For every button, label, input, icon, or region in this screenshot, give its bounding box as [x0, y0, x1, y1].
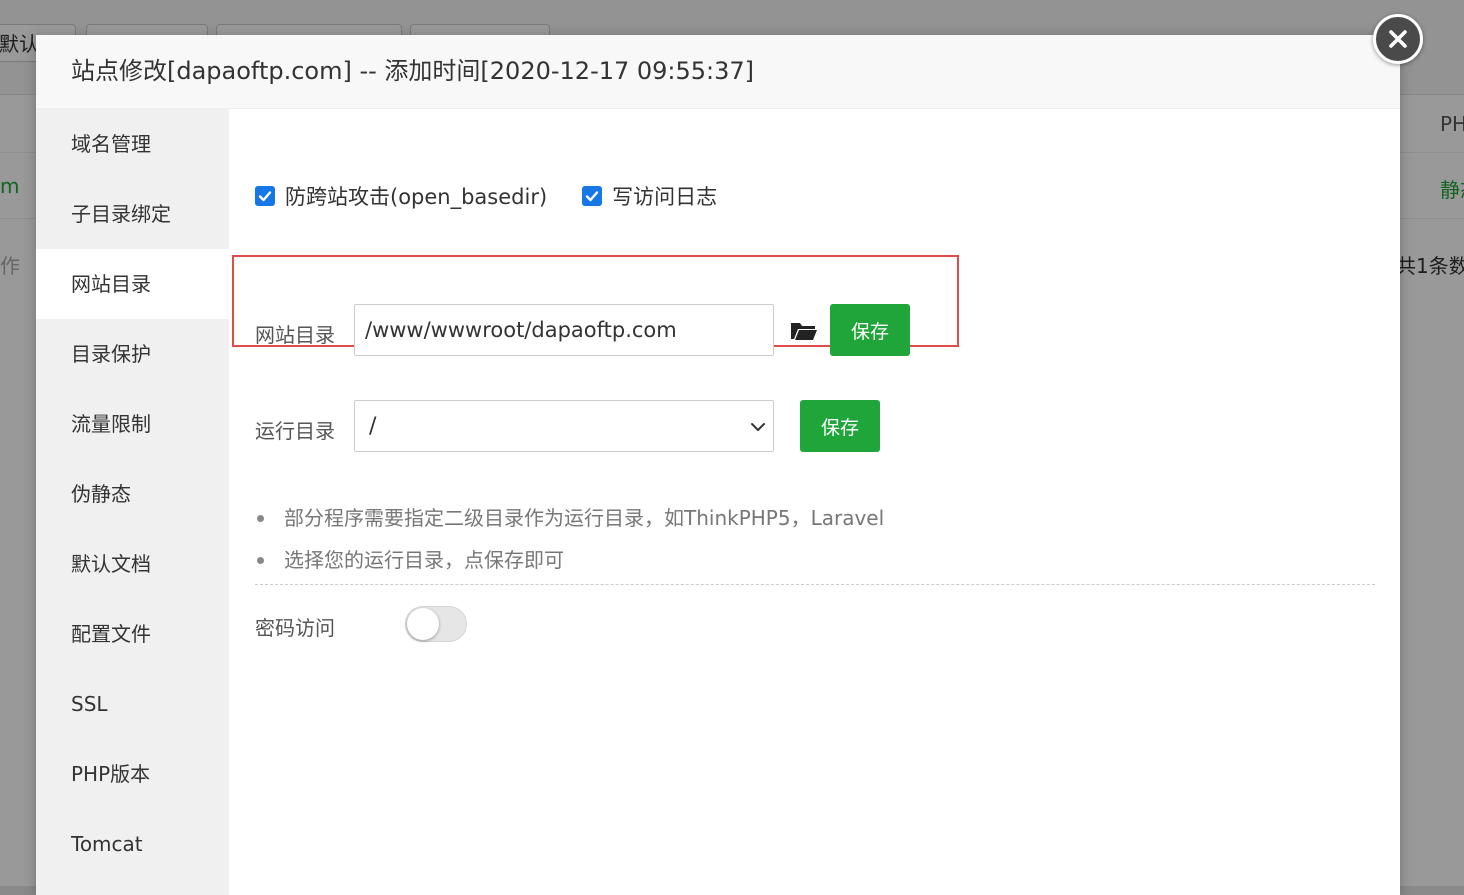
checkmark-icon: [258, 191, 272, 202]
run-directory-value: /: [369, 413, 377, 439]
access-log-checkbox[interactable]: [582, 186, 603, 206]
sidebar-item-subdirectory-binding[interactable]: 子目录绑定: [36, 179, 229, 249]
sidebar-item-ssl[interactable]: SSL: [36, 669, 229, 739]
site-edit-dialog: 站点修改[dapaoftp.com] -- 添加时间[2020-12-17 09…: [36, 35, 1400, 895]
password-access-label: 密码访问: [255, 616, 335, 640]
dialog-title: 站点修改[dapaoftp.com] -- 添加时间[2020-12-17 09…: [36, 35, 1400, 109]
option-row: 防跨站攻击(open_basedir) 写访问日志: [255, 181, 717, 211]
sidebar-item-config-file[interactable]: 配置文件: [36, 599, 229, 669]
site-directory-input[interactable]: [354, 304, 774, 356]
sidebar-item-domain[interactable]: 域名管理: [36, 109, 229, 179]
save-run-directory-button[interactable]: 保存: [800, 400, 880, 452]
tip-item: 部分程序需要指定二级目录作为运行目录，如ThinkPHP5，Laravel: [255, 501, 884, 543]
sidebar-item-traffic-limit[interactable]: 流量限制: [36, 389, 229, 459]
checkmark-icon: [585, 191, 599, 202]
chevron-down-icon: [751, 423, 765, 431]
sidebar-item-default-document[interactable]: 默认文档: [36, 529, 229, 599]
toggle-knob: [407, 608, 439, 640]
tips-list: 部分程序需要指定二级目录作为运行目录，如ThinkPHP5，Laravel 选择…: [255, 501, 884, 585]
sidebar-item-site-directory[interactable]: 网站目录: [36, 249, 229, 319]
password-access-toggle[interactable]: [405, 606, 467, 642]
section-divider: [255, 584, 1375, 585]
sidebar-item-rewrite[interactable]: 伪静态: [36, 459, 229, 529]
tip-text: 部分程序需要指定二级目录作为运行目录，如ThinkPHP5，Laravel: [284, 506, 885, 530]
sidebar-item-tomcat[interactable]: Tomcat: [36, 809, 229, 879]
dialog-content: 防跨站攻击(open_basedir) 写访问日志 网站目录 保存 运行目录 /…: [229, 109, 1400, 895]
open-basedir-label: 防跨站攻击(open_basedir): [285, 185, 548, 209]
sidebar-item-php-version[interactable]: PHP版本: [36, 739, 229, 809]
close-icon: [1389, 30, 1407, 48]
open-basedir-checkbox[interactable]: [255, 186, 275, 206]
run-directory-select[interactable]: /: [354, 400, 774, 452]
tip-item: 选择您的运行目录，点保存即可: [255, 543, 884, 585]
site-directory-label: 网站目录: [255, 323, 335, 347]
access-log-label: 写访问日志: [612, 185, 718, 209]
tip-text: 选择您的运行目录，点保存即可: [284, 548, 564, 572]
close-button[interactable]: [1373, 14, 1423, 64]
bullet-icon: [257, 515, 264, 522]
sidebar-item-directory-protection[interactable]: 目录保护: [36, 319, 229, 389]
run-directory-label: 运行目录: [255, 419, 335, 443]
save-site-directory-button[interactable]: 保存: [830, 304, 910, 356]
folder-open-icon[interactable]: [790, 321, 818, 341]
bullet-icon: [257, 557, 264, 564]
dialog-sidebar: 域名管理 子目录绑定 网站目录 目录保护 流量限制 伪静态 默认文档 配置文件 …: [36, 109, 229, 895]
